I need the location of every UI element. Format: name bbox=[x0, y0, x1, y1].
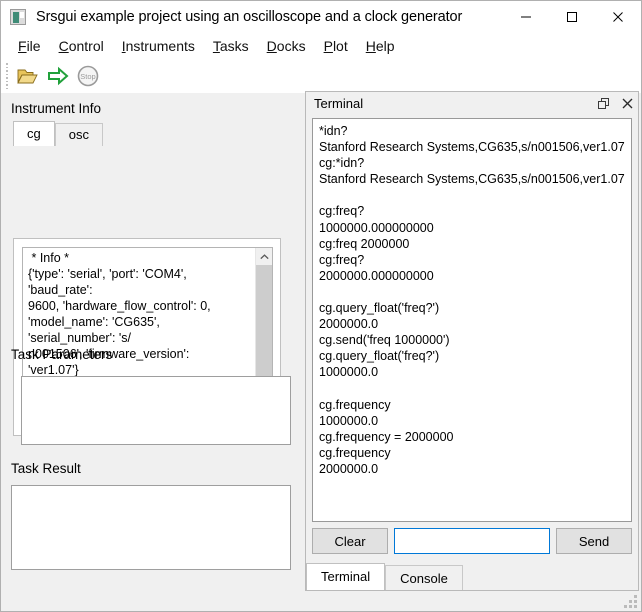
command-input-wrapper[interactable] bbox=[394, 528, 550, 554]
command-input[interactable] bbox=[395, 530, 549, 552]
app-icon bbox=[10, 9, 26, 25]
instrument-tabbar: cg osc bbox=[13, 121, 103, 146]
terminal-dock-titlebar: Terminal bbox=[306, 92, 638, 114]
terminal-dock-buttons bbox=[596, 92, 634, 114]
task-result-box[interactable] bbox=[11, 485, 291, 570]
menu-help-rest: elp bbox=[375, 38, 395, 54]
menu-control-mnemonic: C bbox=[58, 38, 69, 54]
title-bar: Srsgui example project using an oscillos… bbox=[1, 1, 641, 33]
send-button[interactable]: Send bbox=[556, 528, 632, 554]
open-folder-button[interactable] bbox=[13, 61, 43, 91]
menu-tasks-mnemonic: T bbox=[212, 38, 220, 54]
terminal-output-area[interactable]: *idn? Stanford Research Systems,CG635,s/… bbox=[312, 118, 632, 522]
menu-tasks-rest: asks bbox=[219, 38, 249, 54]
application-window: Srsgui example project using an oscillos… bbox=[0, 0, 642, 612]
maximize-button[interactable] bbox=[549, 1, 595, 33]
menu-docks-rest: ocks bbox=[276, 38, 306, 54]
close-button[interactable] bbox=[595, 1, 641, 33]
menu-plot-mnemonic: P bbox=[323, 38, 333, 54]
scroll-thumb[interactable] bbox=[256, 265, 272, 393]
menu-file-mnemonic: F bbox=[18, 38, 27, 54]
terminal-dock-title: Terminal bbox=[314, 95, 364, 111]
menu-control[interactable]: Control bbox=[50, 36, 113, 56]
instrument-info-label: Instrument Info bbox=[11, 101, 102, 116]
menu-plot[interactable]: Plot bbox=[315, 36, 357, 56]
menu-file[interactable]: File bbox=[9, 36, 50, 56]
terminal-dock: Terminal *idn? Stanford Research Systems… bbox=[305, 91, 639, 591]
menu-instruments-rest: nstruments bbox=[125, 38, 195, 54]
dock-tab-console[interactable]: Console bbox=[385, 565, 463, 590]
task-parameters-box[interactable] bbox=[21, 376, 291, 445]
menu-help[interactable]: Help bbox=[357, 36, 404, 56]
dock-tab-terminal[interactable]: Terminal bbox=[306, 563, 386, 590]
terminal-controls: Clear Send bbox=[312, 528, 632, 554]
resize-grip[interactable] bbox=[624, 595, 638, 608]
clear-button[interactable]: Clear bbox=[312, 528, 388, 554]
stop-button[interactable]: Stop bbox=[73, 61, 103, 91]
open-folder-icon bbox=[17, 69, 38, 84]
close-icon[interactable] bbox=[620, 96, 634, 110]
toolbar-drag-handle[interactable] bbox=[3, 63, 10, 89]
menu-instruments[interactable]: Instruments bbox=[113, 36, 204, 56]
run-arrow-icon bbox=[48, 66, 69, 86]
menu-plot-rest: lot bbox=[332, 38, 348, 54]
terminal-dock-tabbar: Terminal Console bbox=[306, 560, 638, 590]
menu-docks[interactable]: Docks bbox=[258, 36, 315, 56]
tab-osc[interactable]: osc bbox=[54, 123, 103, 146]
left-panel: Instrument Info cg osc * Info * {'type':… bbox=[1, 93, 301, 611]
terminal-output-text: *idn? Stanford Research Systems,CG635,s/… bbox=[319, 124, 625, 476]
window-title: Srsgui example project using an oscillos… bbox=[36, 9, 463, 25]
window-controls bbox=[503, 1, 641, 33]
task-result-label: Task Result bbox=[11, 461, 81, 476]
run-button[interactable] bbox=[43, 61, 73, 91]
scroll-up-icon[interactable] bbox=[256, 248, 272, 265]
task-parameters-label: Task Parameters bbox=[11, 347, 113, 362]
toolbar: Stop bbox=[1, 59, 641, 93]
minimize-button[interactable] bbox=[503, 1, 549, 33]
menu-tasks[interactable]: Tasks bbox=[204, 36, 258, 56]
svg-text:Stop: Stop bbox=[80, 72, 95, 81]
tab-cg[interactable]: cg bbox=[13, 121, 55, 146]
menu-control-rest: ontrol bbox=[68, 38, 104, 54]
menu-docks-mnemonic: D bbox=[266, 38, 277, 54]
menu-file-rest: ile bbox=[26, 38, 41, 54]
menu-help-mnemonic: H bbox=[365, 38, 376, 54]
menu-bar: File Control Instruments Tasks Docks Plo… bbox=[1, 33, 641, 59]
stop-icon: Stop bbox=[77, 65, 99, 87]
float-icon[interactable] bbox=[596, 96, 610, 110]
